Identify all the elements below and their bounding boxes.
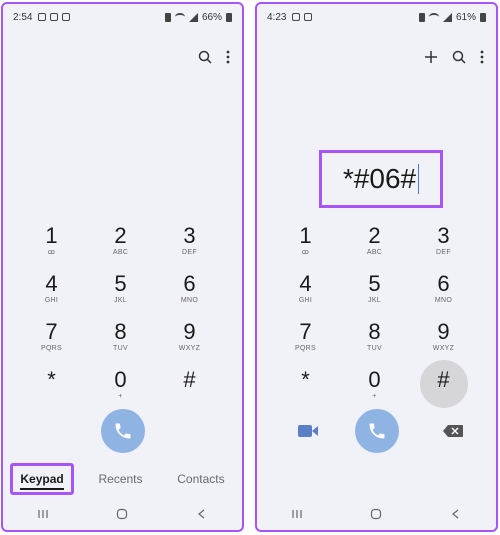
key-6[interactable]: 6 MNO [155,270,224,318]
key-hash[interactable]: # [155,366,224,414]
system-nav-bar [3,504,242,524]
key-6[interactable]: 6 MNO [409,270,478,318]
dial-keypad: 1ꝏ 2 ABC 3 DEF 4 GHI 5 JKL 6 MNO 7 PQRS 8 TUV 9… [271,222,478,414]
signal-icon [442,12,452,22]
key-3[interactable]: 3 DEF [409,222,478,270]
key-hash[interactable]: # [409,360,478,414]
more-options-icon[interactable] [480,50,484,64]
back-icon[interactable] [196,508,208,520]
dialed-number-display[interactable]: *#06# [319,150,443,208]
tab-contacts[interactable]: Contacts [169,466,232,492]
notification-icon [38,13,47,21]
key-8[interactable]: 8 TUV [86,318,155,366]
key-2[interactable]: 2 ABC [86,222,155,270]
image-icon [62,13,71,21]
key-9[interactable]: 9 WXYZ [409,318,478,366]
video-call-icon[interactable] [297,423,319,439]
call-actions-row [257,409,496,453]
key-star[interactable]: * [271,366,340,414]
notification-icon [50,13,59,21]
status-bar: 2:54 66% [13,10,232,24]
voicemail-icon: ꝏ [47,249,56,256]
add-contact-icon[interactable] [424,50,438,64]
search-icon[interactable] [198,50,212,64]
key-0[interactable]: 0 + [86,366,155,414]
phone-screen-right: 4:23 61% *#06# 1ꝏ 2 ABC 3 DEF 4 GHI 5 JKL 6M… [255,2,498,532]
key-3[interactable]: 3 DEF [155,222,224,270]
phone-screen-left: 2:54 66% 1ꝏ 2 ABC 3 DEF 4 GHI 5 JKL 6 MNO 7 PQ… [1,2,244,532]
key-7[interactable]: 7 PQRS [17,318,86,366]
dialed-number: *#06# [342,163,417,194]
recent-apps-icon[interactable] [291,508,303,520]
key-9[interactable]: 9 WXYZ [155,318,224,366]
key-2[interactable]: 2 ABC [340,222,409,270]
battery-icon [226,12,232,22]
dial-keypad: 1ꝏ 2 ABC 3 DEF 4 GHI 5 JKL 6 MNO 7 PQRS 8 TUV 9… [17,222,224,414]
signal-icon [188,12,198,22]
bottom-tabs: Keypad Recents Contacts [3,463,242,495]
highlight-box [10,463,74,495]
search-icon[interactable] [452,50,466,64]
battery-saver-icon [418,12,425,22]
key-7[interactable]: 7 PQRS [271,318,340,366]
key-5[interactable]: 5 JKL [86,270,155,318]
phone-icon [115,423,130,439]
image-icon [304,13,313,21]
status-bar: 4:23 61% [267,10,486,24]
text-cursor [418,164,420,194]
call-button[interactable] [354,409,399,453]
call-button[interactable] [100,409,145,453]
home-icon[interactable] [370,508,382,520]
key-4[interactable]: 4 GHI [271,270,340,318]
key-star[interactable]: * [17,366,86,414]
more-options-icon[interactable] [226,50,230,64]
battery-percent: 61% [455,11,476,23]
status-time: 2:54 [13,11,33,23]
key-5[interactable]: 5 JKL [340,270,409,318]
tab-recents[interactable]: Recents [90,466,150,492]
back-icon[interactable] [450,508,462,520]
wifi-icon [428,13,439,21]
phone-icon [369,423,384,439]
key-4[interactable]: 4 GHI [17,270,86,318]
key-8[interactable]: 8 TUV [340,318,409,366]
key-1[interactable]: 1ꝏ [17,222,86,270]
battery-percent: 66% [201,11,222,23]
battery-saver-icon [164,12,171,22]
home-icon[interactable] [116,508,128,520]
recent-apps-icon[interactable] [37,508,49,520]
voicemail-icon: ꝏ [301,249,310,256]
status-time: 4:23 [267,11,287,23]
backspace-icon[interactable] [442,424,464,438]
notification-icon [292,13,301,21]
wifi-icon [174,13,185,21]
key-0[interactable]: 0 + [340,366,409,414]
tab-keypad[interactable]: Keypad [10,463,74,495]
key-1[interactable]: 1ꝏ [271,222,340,270]
system-nav-bar [257,504,496,524]
battery-icon [480,12,486,22]
